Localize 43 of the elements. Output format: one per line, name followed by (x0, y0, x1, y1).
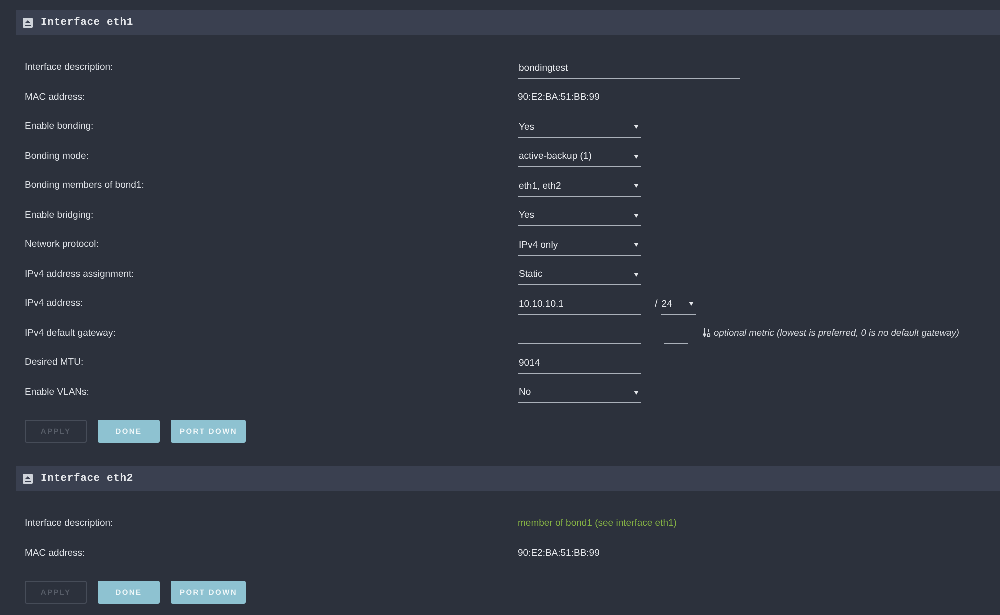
field-label: Desired MTU: (25, 357, 84, 368)
field-note: member of bond1 (see interface eth1) (518, 518, 677, 530)
select-field[interactable]: eth1, eth2 (518, 176, 641, 197)
select-field[interactable]: Yes (518, 118, 641, 138)
text-input[interactable]: 10.10.10.1 (518, 294, 641, 315)
caret-icon (634, 125, 639, 130)
caret-icon (634, 243, 639, 248)
field-value: 90:E2:BA:51:BB:99 (518, 548, 600, 559)
field-label: Bonding members of bond1: (25, 180, 144, 192)
select-field[interactable]: 24 (660, 294, 696, 315)
caret-icon (634, 184, 639, 188)
field-label: IPv4 address: (25, 298, 84, 310)
field-label: Enable VLANs: (25, 386, 90, 398)
field-label: MAC address: (25, 548, 86, 559)
eject-icon[interactable] (23, 18, 33, 28)
field-label: Network protocol: (25, 239, 99, 250)
field-label: IPv4 default gateway: (25, 328, 116, 339)
eject-icon[interactable] (23, 474, 33, 484)
caret-icon (634, 214, 639, 218)
caret-icon (634, 272, 639, 277)
caret-icon (634, 390, 639, 395)
select-field[interactable]: Static (518, 265, 641, 286)
field-label: Enable bonding: (25, 121, 94, 132)
field-value: 90:E2:BA:51:BB:99 (518, 92, 600, 103)
sort-numeric-icon (703, 328, 711, 338)
field-label: Interface description: (25, 518, 114, 530)
panel-title: Interface eth1 (41, 16, 134, 28)
field-label: Enable bridging: (25, 210, 94, 221)
field-label: Interface description: (25, 62, 114, 74)
prefix-separator: / (655, 299, 658, 310)
field-label: IPv4 address assignment: (25, 268, 134, 280)
select-field[interactable]: No (518, 383, 641, 404)
field-label: Bonding mode: (25, 150, 89, 162)
caret-icon (688, 302, 694, 306)
text-input[interactable]: 9014 (518, 354, 641, 374)
panel-title: Interface eth2 (41, 472, 134, 484)
text-input[interactable]: bondingtest (518, 58, 740, 79)
field-label: MAC address: (25, 92, 86, 103)
caret-icon (634, 154, 639, 159)
select-field[interactable]: IPv4 only (518, 236, 641, 256)
select-field[interactable]: active-backup (1) (518, 147, 641, 168)
select-field[interactable]: Yes (518, 206, 641, 226)
hint-text: optional metric (lowest is preferred, 0 is no default gateway) (714, 328, 960, 338)
